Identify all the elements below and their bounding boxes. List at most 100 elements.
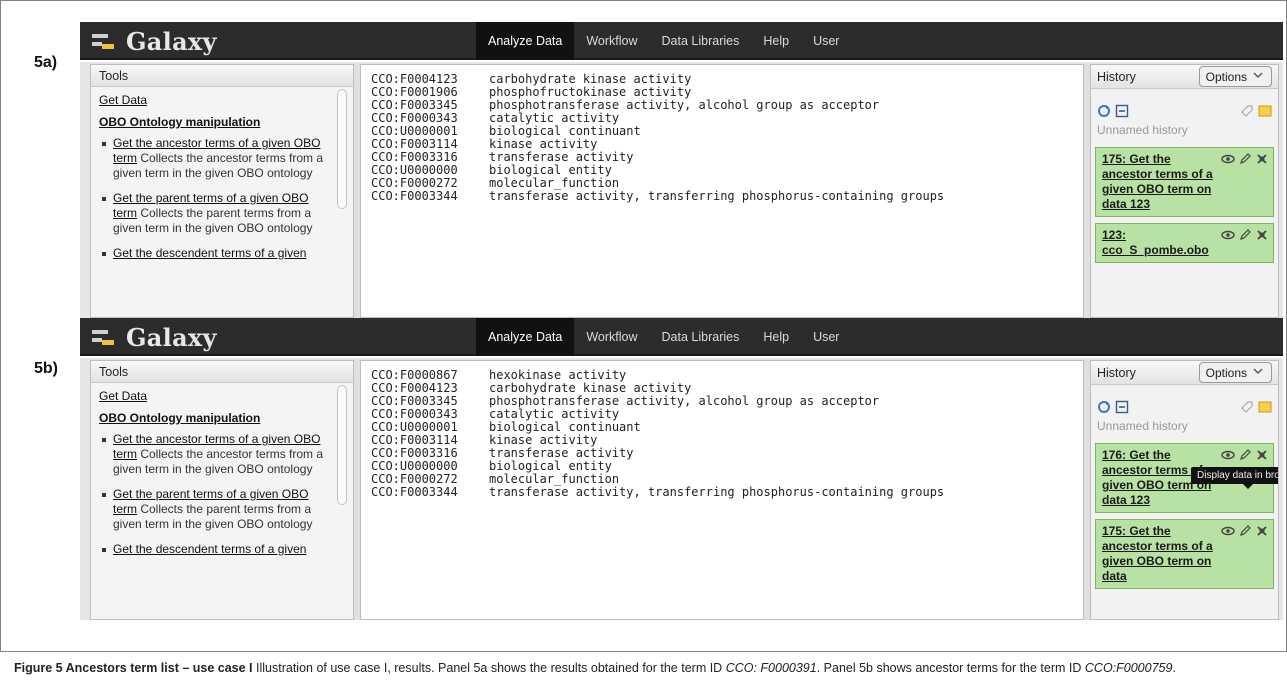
caption-term-2: CCO:F0000759 (1084, 661, 1173, 675)
chevron-down-icon (1251, 364, 1265, 381)
history-name[interactable]: Unnamed history (1091, 419, 1278, 437)
delete-icon[interactable] (1255, 524, 1269, 543)
panel-label-5b: 5b) (34, 360, 58, 377)
collapse-icon[interactable] (1115, 400, 1129, 419)
tab-workflow[interactable]: Workflow (574, 318, 649, 356)
tab-help[interactable]: Help (751, 318, 801, 356)
history-name[interactable]: Unnamed history (1091, 123, 1278, 141)
refresh-icon[interactable] (1097, 104, 1111, 123)
tool-item: Get the ancestor terms of a given OBO te… (99, 432, 331, 477)
term-name: transferase activity, transferring phosp… (489, 485, 945, 499)
term-name: transferase activity, transferring phosp… (489, 189, 945, 203)
delete-icon[interactable] (1255, 448, 1269, 467)
galaxy-body: Tools Get Data OBO Ontology manipulation Ge… (80, 358, 1283, 620)
history-toolbar-left (1097, 400, 1129, 419)
galaxy-logo[interactable]: Galaxy (92, 323, 217, 352)
caption-text-3: . (1172, 661, 1176, 675)
collapse-icon[interactable] (1115, 104, 1129, 123)
pencil-icon[interactable] (1238, 448, 1252, 467)
eye-icon[interactable] (1221, 228, 1235, 247)
tag-icon[interactable] (1240, 104, 1254, 123)
pencil-icon[interactable] (1238, 228, 1252, 247)
masthead-tabs: Analyze Data Workflow Data Libraries Help Us… (476, 318, 851, 356)
tab-workflow[interactable]: Workflow (574, 22, 649, 60)
figure-caption: Figure 5 Ancestors term list – use case … (14, 659, 1274, 678)
history-toolbar-right (1240, 104, 1272, 123)
dataset-title[interactable]: 123: cco_S_pombe.obo (1102, 228, 1217, 258)
tool-item: Get the parent terms of a given OBO term… (99, 487, 331, 532)
tab-user[interactable]: User (801, 22, 851, 60)
tool-link-get-data[interactable]: Get Data (99, 389, 331, 404)
galaxy-logo-icon (92, 30, 116, 52)
tab-analyze-data[interactable]: Analyze Data (476, 22, 575, 60)
tool-list: Get Data OBO Ontology manipulation Get the… (91, 383, 353, 557)
eye-icon[interactable] (1221, 448, 1235, 467)
history-options-label: Options (1205, 365, 1247, 380)
history-options-button[interactable]: Options (1198, 66, 1272, 87)
pencil-icon[interactable] (1238, 524, 1252, 543)
tool-item: Get the descendent terms of a given (99, 542, 331, 557)
galaxy-logo-icon (92, 326, 116, 348)
history-toolbar-right (1240, 400, 1272, 419)
tool-panel-header: Tools (91, 65, 353, 87)
tag-icon[interactable] (1240, 400, 1254, 419)
dataset-icons (1221, 524, 1269, 543)
display-data-tooltip: Display data in browser (1191, 467, 1278, 489)
eye-icon[interactable] (1221, 524, 1235, 543)
tool-item: Get the parent terms of a given OBO term… (99, 191, 331, 236)
center-panel: CCO:F0000867 hexokinase activity CCO:F0004… (360, 360, 1084, 620)
history-dataset: 175: Get the ancestor terms of a given O… (1095, 147, 1274, 217)
history-header: History Options (1091, 361, 1278, 385)
tool-item-link[interactable]: Get the descendent terms of a given (113, 542, 306, 556)
dataset-icons (1221, 448, 1269, 467)
history-options-button[interactable]: Options (1198, 362, 1272, 383)
dataset-icons (1221, 228, 1269, 247)
galaxy-logo-text: Galaxy (126, 26, 217, 56)
delete-icon[interactable] (1255, 228, 1269, 247)
chevron-down-icon (1251, 68, 1265, 85)
refresh-icon[interactable] (1097, 400, 1111, 419)
annotate-icon[interactable] (1258, 400, 1272, 419)
tool-item: Get the descendent terms of a given (99, 246, 331, 261)
eye-icon[interactable] (1221, 152, 1235, 171)
galaxy-logo[interactable]: Galaxy (92, 26, 217, 56)
history-title: History (1097, 365, 1136, 380)
history-toolbar-left (1097, 104, 1129, 123)
delete-icon[interactable] (1255, 152, 1269, 171)
annotate-icon[interactable] (1258, 104, 1272, 123)
term-list: CCO:F0000867 hexokinase activity CCO:F0004… (371, 369, 944, 499)
term-row: CCO:F0003344 transferase activity, transf… (371, 190, 944, 203)
tab-data-libraries[interactable]: Data Libraries (650, 318, 752, 356)
tool-section-obo[interactable]: OBO Ontology manipulation (99, 115, 331, 130)
tool-section-obo[interactable]: OBO Ontology manipulation (99, 411, 331, 426)
history-header: History Options (1091, 65, 1278, 89)
caption-figure-title: Figure 5 Ancestors term list – use case … (14, 661, 253, 675)
term-list: CCO:F0004123 carbohydrate kinase activity… (371, 73, 944, 203)
dataset-title[interactable]: 175: Get the ancestor terms of a given O… (1102, 152, 1217, 212)
panel-label-5a: 5a) (34, 54, 58, 71)
tab-user[interactable]: User (801, 318, 851, 356)
history-toolbar (1091, 385, 1278, 419)
tool-list: Get Data OBO Ontology manipulation Get the… (91, 87, 353, 261)
history-dataset: 175: Get the ancestor terms of a given O… (1095, 519, 1274, 589)
tool-link-get-data[interactable]: Get Data (99, 93, 331, 108)
tool-item: Get the ancestor terms of a given OBO te… (99, 136, 331, 181)
galaxy-screenshot-5a: Galaxy Analyze Data Workflow Data Libraries… (80, 22, 1283, 318)
tool-item-description: Collects the ancestor terms from a given… (113, 151, 324, 180)
tool-item-link[interactable]: Get the descendent terms of a given (113, 246, 306, 260)
tool-item-description: Collects the parent terms from a given t… (113, 502, 313, 531)
galaxy-screenshot-5b: Galaxy Analyze Data Workflow Data Libraries… (80, 318, 1283, 620)
tool-item-description: Collects the ancestor terms from a given… (113, 447, 324, 476)
tool-panel-scrollbar[interactable] (337, 385, 347, 505)
masthead: Galaxy Analyze Data Workflow Data Libraries… (80, 318, 1283, 356)
history-options-label: Options (1205, 69, 1247, 84)
caption-text-1: Illustration of use case I, results. Pan… (252, 661, 726, 675)
tool-panel-scrollbar[interactable] (337, 89, 347, 209)
tab-data-libraries[interactable]: Data Libraries (650, 22, 752, 60)
tab-analyze-data[interactable]: Analyze Data (476, 318, 575, 356)
center-panel: CCO:F0004123 carbohydrate kinase activity… (360, 64, 1084, 318)
masthead-tabs: Analyze Data Workflow Data Libraries Help Us… (476, 22, 851, 60)
tab-help[interactable]: Help (751, 22, 801, 60)
pencil-icon[interactable] (1238, 152, 1252, 171)
dataset-title[interactable]: 175: Get the ancestor terms of a given O… (1102, 524, 1217, 584)
